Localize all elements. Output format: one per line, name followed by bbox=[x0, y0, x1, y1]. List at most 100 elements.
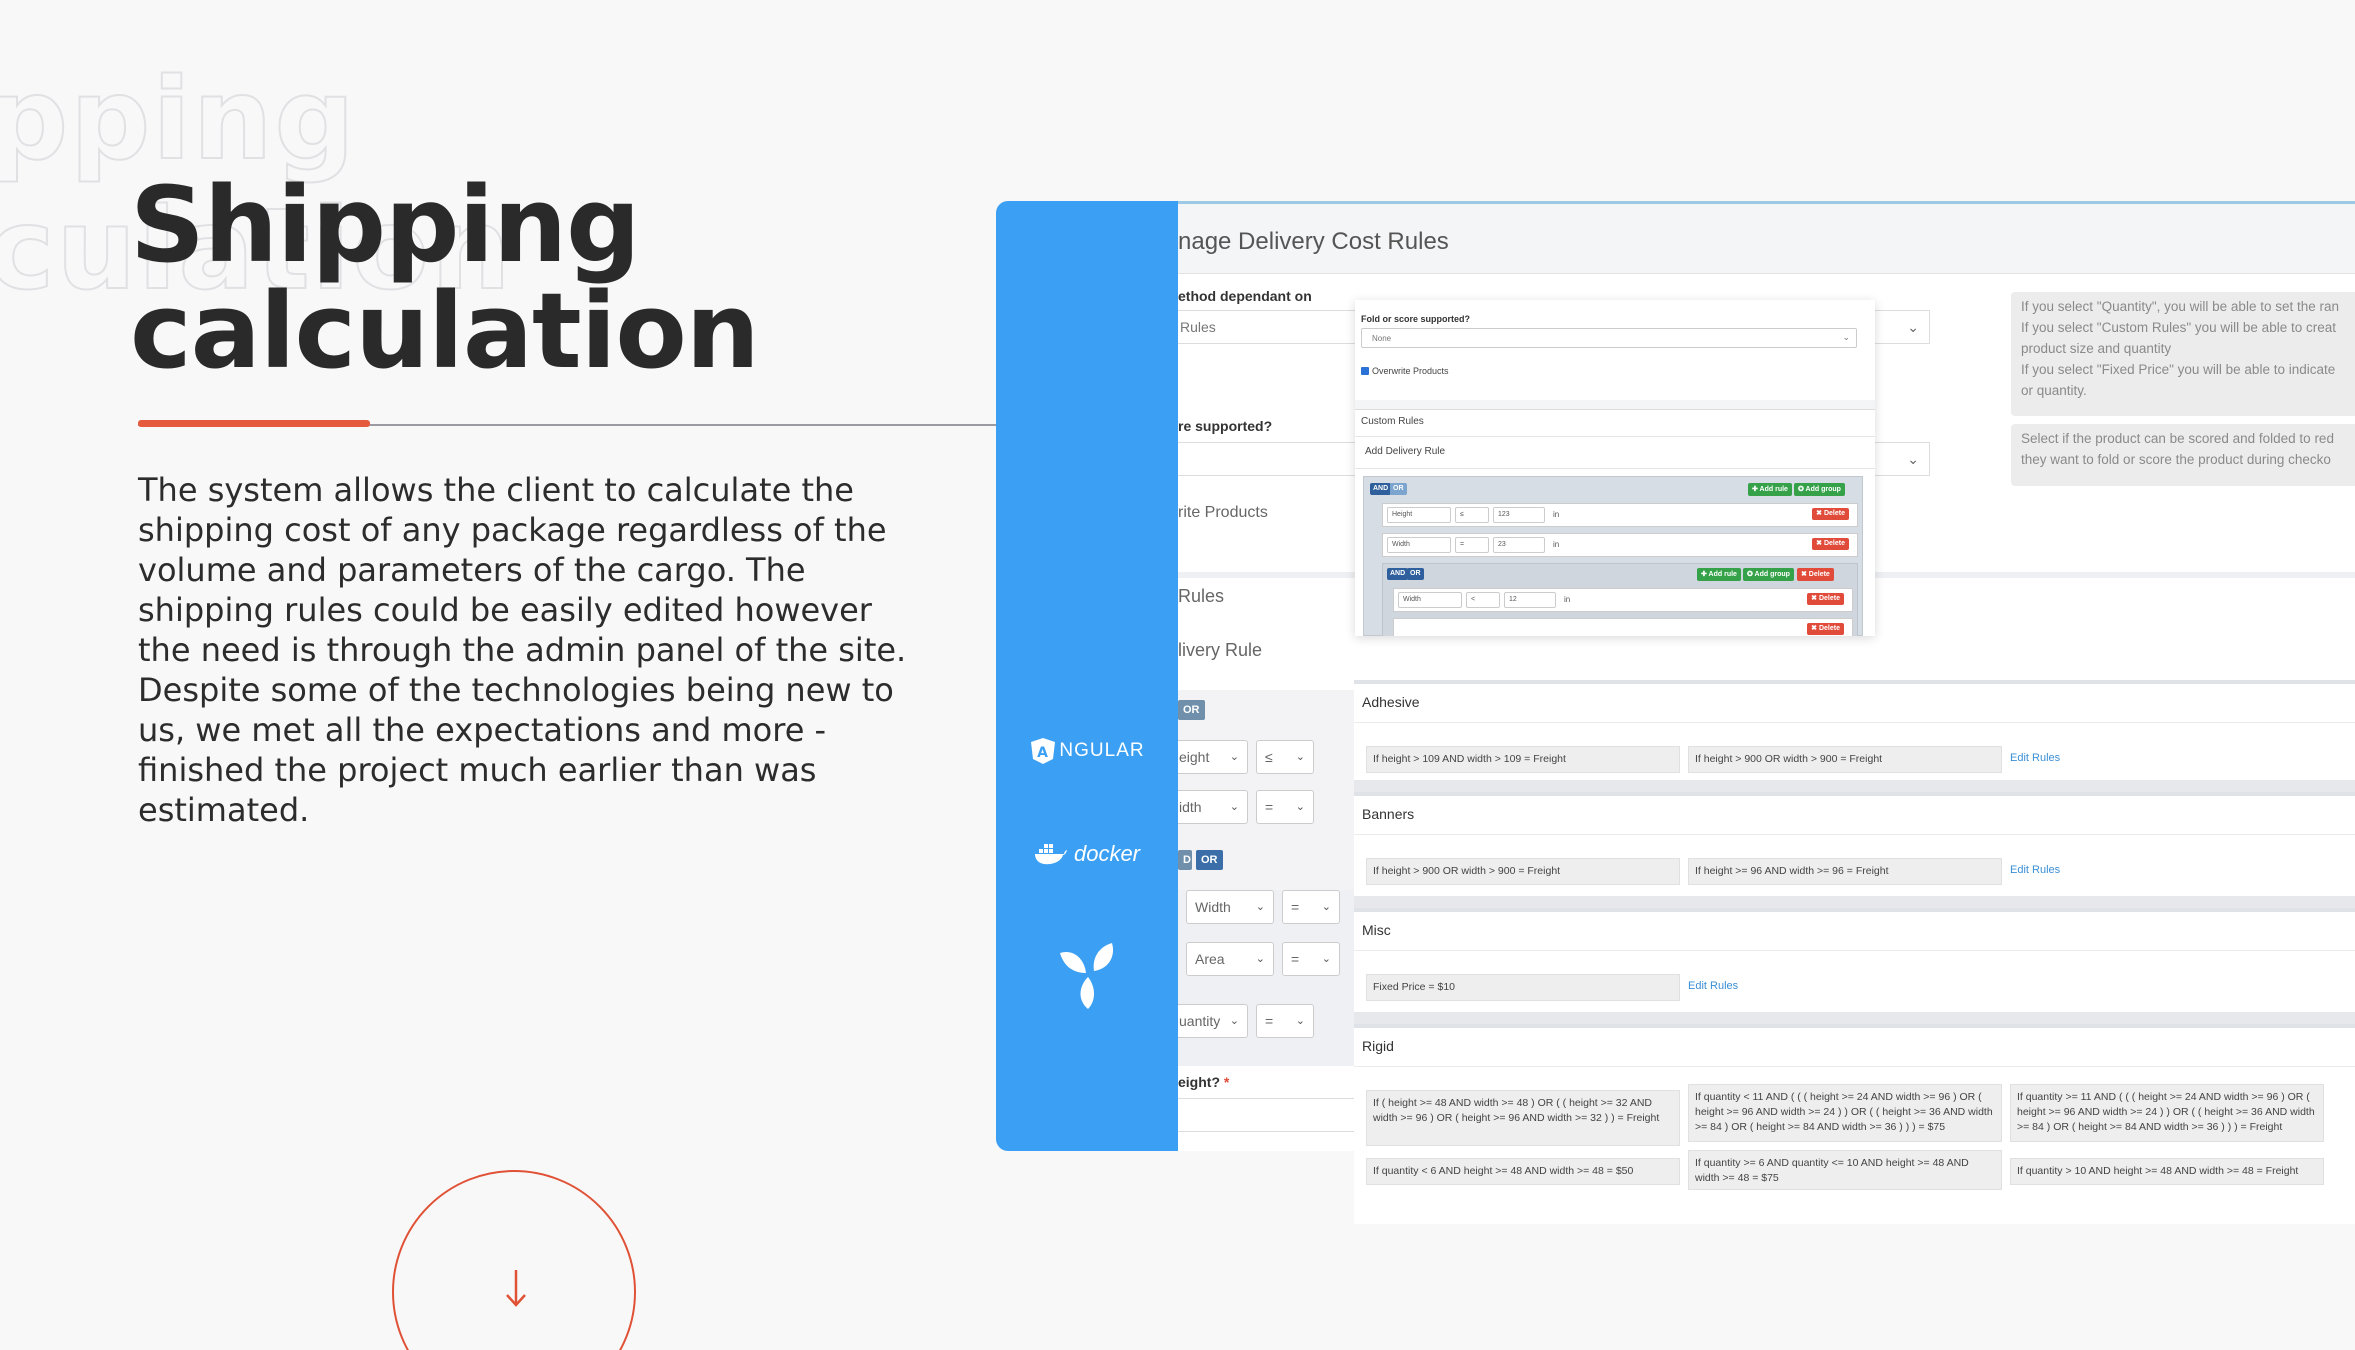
delete-group-button[interactable]: ✖ Delete bbox=[1797, 568, 1834, 581]
query-group-1: OR eight ⌄ ≤ ⌄ idth ⌄ = ⌄ D OR bbox=[1178, 690, 1358, 890]
operator-select[interactable]: = ⌄ bbox=[1282, 942, 1340, 976]
operator-select[interactable]: = ⌄ bbox=[1256, 790, 1314, 824]
card-divider bbox=[1354, 834, 2355, 835]
operator-select[interactable]: ≤ bbox=[1455, 507, 1489, 523]
popup-separator bbox=[1355, 400, 1875, 410]
docker-logo: docker bbox=[996, 841, 1178, 867]
chevron-down-icon: ⌄ bbox=[1321, 901, 1331, 913]
delivery-rule-header: livery Rule bbox=[1178, 640, 1263, 660]
and-toggle[interactable]: D bbox=[1178, 850, 1192, 870]
title-divider-accent bbox=[138, 420, 370, 427]
operator-value: = bbox=[1265, 1013, 1274, 1029]
help-line: or quantity. bbox=[2021, 383, 2087, 398]
rule-tag: If ( height >= 48 AND width >= 48 ) OR (… bbox=[1366, 1090, 1680, 1146]
operator-select[interactable]: < bbox=[1466, 592, 1500, 608]
operator-select[interactable]: = bbox=[1455, 537, 1489, 553]
and-toggle[interactable]: AND bbox=[1387, 568, 1409, 580]
add-rule-button[interactable]: ✚ Add rule bbox=[1697, 568, 1741, 581]
rule-card-misc: Misc Fixed Price = $10 Edit Rules bbox=[1354, 908, 2355, 1012]
angular-shield-icon: A bbox=[1031, 738, 1056, 764]
and-toggle[interactable]: AND bbox=[1370, 483, 1392, 495]
scroll-down-button[interactable] bbox=[392, 1170, 636, 1350]
field-select-value: eight bbox=[1179, 749, 1210, 765]
rule-tag: If quantity >= 11 AND ( ( ( height >= 24… bbox=[2010, 1084, 2324, 1142]
add-group-button[interactable]: ✪ Add group bbox=[1743, 568, 1794, 581]
chevron-down-icon: ⌄ bbox=[1295, 1015, 1305, 1027]
angular-mark: A bbox=[1037, 745, 1049, 761]
or-toggle[interactable]: OR bbox=[1178, 700, 1205, 720]
docker-label: docker bbox=[1073, 841, 1141, 866]
or-toggle[interactable]: OR bbox=[1196, 850, 1223, 870]
popup-divider bbox=[1355, 436, 1875, 437]
operator-select[interactable]: = ⌄ bbox=[1256, 1004, 1314, 1038]
operator-value: = bbox=[1291, 899, 1300, 915]
help-line: Select if the product can be scored and … bbox=[2021, 431, 2334, 446]
card-divider bbox=[1354, 950, 2355, 951]
operator-value: = bbox=[1265, 799, 1274, 815]
fold-score-value: None bbox=[1372, 334, 1392, 343]
title-line1: Shipping bbox=[130, 164, 641, 286]
rule-tag: If height > 900 OR width > 900 = Freight bbox=[1366, 858, 1680, 885]
field-select[interactable]: Height bbox=[1387, 507, 1451, 523]
fold-score-label: Fold or score supported? bbox=[1361, 314, 1471, 324]
angular-label: NGULAR bbox=[1059, 740, 1145, 761]
edit-rules-link[interactable]: Edit Rules bbox=[2010, 864, 2060, 876]
card-divider bbox=[1354, 722, 2355, 723]
delete-rule-button[interactable]: ✖ Delete bbox=[1807, 623, 1844, 635]
field-select-value: Area bbox=[1195, 951, 1225, 967]
rule-row: ✖ Delete bbox=[1393, 618, 1853, 636]
operator-select[interactable]: = ⌄ bbox=[1282, 890, 1340, 924]
field-select[interactable]: Width bbox=[1398, 592, 1462, 608]
field-select[interactable]: idth ⌄ bbox=[1178, 790, 1248, 824]
field-select-value: idth bbox=[1179, 799, 1202, 815]
fold-score-select[interactable]: None ⌄ bbox=[1361, 328, 1857, 348]
field-select[interactable]: Width bbox=[1387, 537, 1451, 553]
method-select-value: Rules bbox=[1180, 319, 1216, 335]
weight-label: eight? * bbox=[1178, 1074, 1229, 1090]
rule-card-adhesive: Adhesive If height > 109 AND width > 109… bbox=[1354, 680, 2355, 780]
project-description: The system allows the client to calculat… bbox=[138, 471, 907, 829]
add-group-button[interactable]: ✪ Add group bbox=[1794, 483, 1845, 496]
operator-select[interactable]: ≤ ⌄ bbox=[1256, 740, 1314, 774]
unit-label: in bbox=[1564, 595, 1571, 604]
required-mark: * bbox=[1223, 1074, 1230, 1090]
chevron-down-icon: ⌄ bbox=[1295, 751, 1305, 763]
or-toggle[interactable]: OR bbox=[1407, 568, 1424, 580]
rule-card-rigid: Rigid If ( height >= 48 AND width >= 48 … bbox=[1354, 1024, 2355, 1224]
popup-divider bbox=[1355, 468, 1875, 469]
docker-whale-icon bbox=[1034, 844, 1067, 865]
delete-rule-button[interactable]: ✖ Delete bbox=[1812, 508, 1849, 520]
nested-group: AND OR ✚ Add rule ✪ Add group ✖ Delete W… bbox=[1382, 563, 1858, 636]
help-line: If you select "Fixed Price" you will be … bbox=[2021, 362, 2336, 377]
field-select[interactable]: Area ⌄ bbox=[1186, 942, 1274, 976]
card-title: Adhesive bbox=[1362, 694, 1420, 710]
operator-value: = bbox=[1291, 951, 1300, 967]
angular-logo: A NGULAR bbox=[996, 737, 1178, 765]
rule-cards-panel: Adhesive If height > 109 AND width > 109… bbox=[1354, 680, 2355, 1224]
fold-help-box: Select if the product can be scored and … bbox=[2011, 424, 2355, 486]
chevron-down-icon: ⌄ bbox=[1229, 801, 1239, 813]
leaf-logo-icon bbox=[1060, 943, 1114, 1009]
rule-tag: Fixed Price = $10 bbox=[1366, 974, 1680, 1001]
fold-label: re supported? bbox=[1178, 418, 1273, 434]
value-input[interactable]: 123 bbox=[1493, 507, 1545, 523]
weight-input[interactable] bbox=[1178, 1098, 1358, 1132]
rule-row: Width < 12 in ✖ Delete bbox=[1393, 588, 1853, 612]
edit-rules-link[interactable]: Edit Rules bbox=[2010, 752, 2060, 764]
add-rule-button[interactable]: ✚ Add rule bbox=[1748, 483, 1792, 496]
rule-tag: If height > 900 OR width > 900 = Freight bbox=[1688, 746, 2002, 773]
delete-rule-button[interactable]: ✖ Delete bbox=[1807, 593, 1844, 605]
value-input[interactable]: 23 bbox=[1493, 537, 1545, 553]
chevron-down-icon: ⌄ bbox=[1321, 953, 1331, 965]
edit-rules-link[interactable]: Edit Rules bbox=[1688, 980, 1738, 992]
help-line: product size and quantity bbox=[2021, 341, 2172, 356]
field-select[interactable]: eight ⌄ bbox=[1178, 740, 1248, 774]
value-input[interactable]: 12 bbox=[1504, 592, 1556, 608]
or-toggle[interactable]: OR bbox=[1390, 483, 1407, 495]
field-select[interactable]: Width ⌄ bbox=[1186, 890, 1274, 924]
admin-header: nage Delivery Cost Rules bbox=[1178, 204, 2355, 274]
field-select[interactable]: uantity ⌄ bbox=[1178, 1004, 1248, 1038]
overwrite-products-checkbox[interactable]: Overwrite Products bbox=[1361, 366, 1449, 376]
rule-card-banners: Banners If height > 900 OR width > 900 =… bbox=[1354, 792, 2355, 896]
delete-rule-button[interactable]: ✖ Delete bbox=[1812, 538, 1849, 550]
